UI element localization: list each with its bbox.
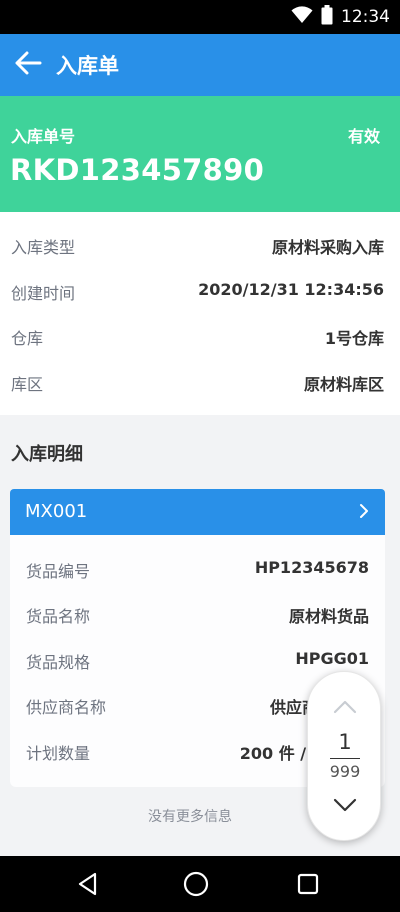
detail-code: MX001 [25, 501, 88, 522]
detail-key: 货品名称 [26, 607, 91, 626]
info-key: 库区 [11, 375, 44, 394]
app-bar: 入库单 [0, 34, 400, 96]
order-number: RKD123457890 [10, 153, 265, 187]
status-time: 12:34 [341, 7, 390, 27]
detail-value: HP12345678 [254, 558, 369, 577]
detail-row: 货品名称 原材料货品 [10, 580, 385, 626]
detail-key: 货品编号 [26, 562, 91, 581]
page-title: 入库单 [56, 54, 119, 78]
info-row: 库区 原材料库区 [0, 359, 400, 405]
system-nav-bar [0, 856, 400, 912]
detail-value: 原材料货品 [288, 607, 369, 626]
chevron-up-icon[interactable] [330, 694, 360, 718]
status-icons: 12:34 [291, 0, 390, 34]
info-key: 仓库 [11, 329, 44, 348]
status-badge: 有效 [347, 127, 380, 146]
total-pages: 999 [329, 762, 361, 781]
info-key: 入库类型 [11, 238, 76, 257]
page-divider [330, 758, 360, 759]
info-value: 原材料采购入库 [271, 238, 384, 257]
battery-icon [321, 5, 333, 29]
back-triangle-icon[interactable] [72, 868, 104, 900]
chevron-right-icon [359, 503, 369, 523]
section-title: 入库明细 [11, 444, 83, 465]
info-row: 仓库 1号仓库 [0, 313, 400, 359]
chevron-down-icon[interactable] [330, 794, 360, 818]
info-value: 2020/12/31 12:34:56 [198, 280, 384, 299]
order-number-label: 入库单号 [11, 127, 76, 146]
detail-row: 货品编号 HP12345678 [10, 535, 385, 581]
current-page: 1 [338, 730, 352, 754]
recents-square-icon[interactable] [292, 868, 324, 900]
order-info: 入库类型 原材料采购入库 创建时间 2020/12/31 12:34:56 仓库… [0, 212, 400, 415]
back-button[interactable] [0, 34, 56, 96]
info-value: 1号仓库 [324, 329, 384, 348]
detail-row: 货品规格 HPGG01 [10, 626, 385, 672]
home-circle-icon[interactable] [180, 868, 212, 900]
detail-key: 货品规格 [26, 653, 91, 672]
floating-pager: 1 999 [307, 671, 381, 841]
wifi-icon [291, 6, 313, 28]
info-value: 原材料库区 [303, 375, 384, 394]
order-header-card: 入库单号 有效 RKD123457890 [0, 96, 400, 212]
info-row: 创建时间 2020/12/31 12:34:56 [0, 268, 400, 314]
status-bar: 12:34 [0, 0, 400, 34]
detail-key: 计划数量 [26, 744, 91, 763]
arrow-left-icon [14, 51, 42, 79]
info-key: 创建时间 [11, 284, 76, 303]
detail-card-header[interactable]: MX001 [10, 489, 385, 535]
info-row: 入库类型 原材料采购入库 [0, 222, 400, 268]
detail-key: 供应商名称 [26, 698, 107, 717]
detail-value: HPGG01 [295, 649, 369, 668]
